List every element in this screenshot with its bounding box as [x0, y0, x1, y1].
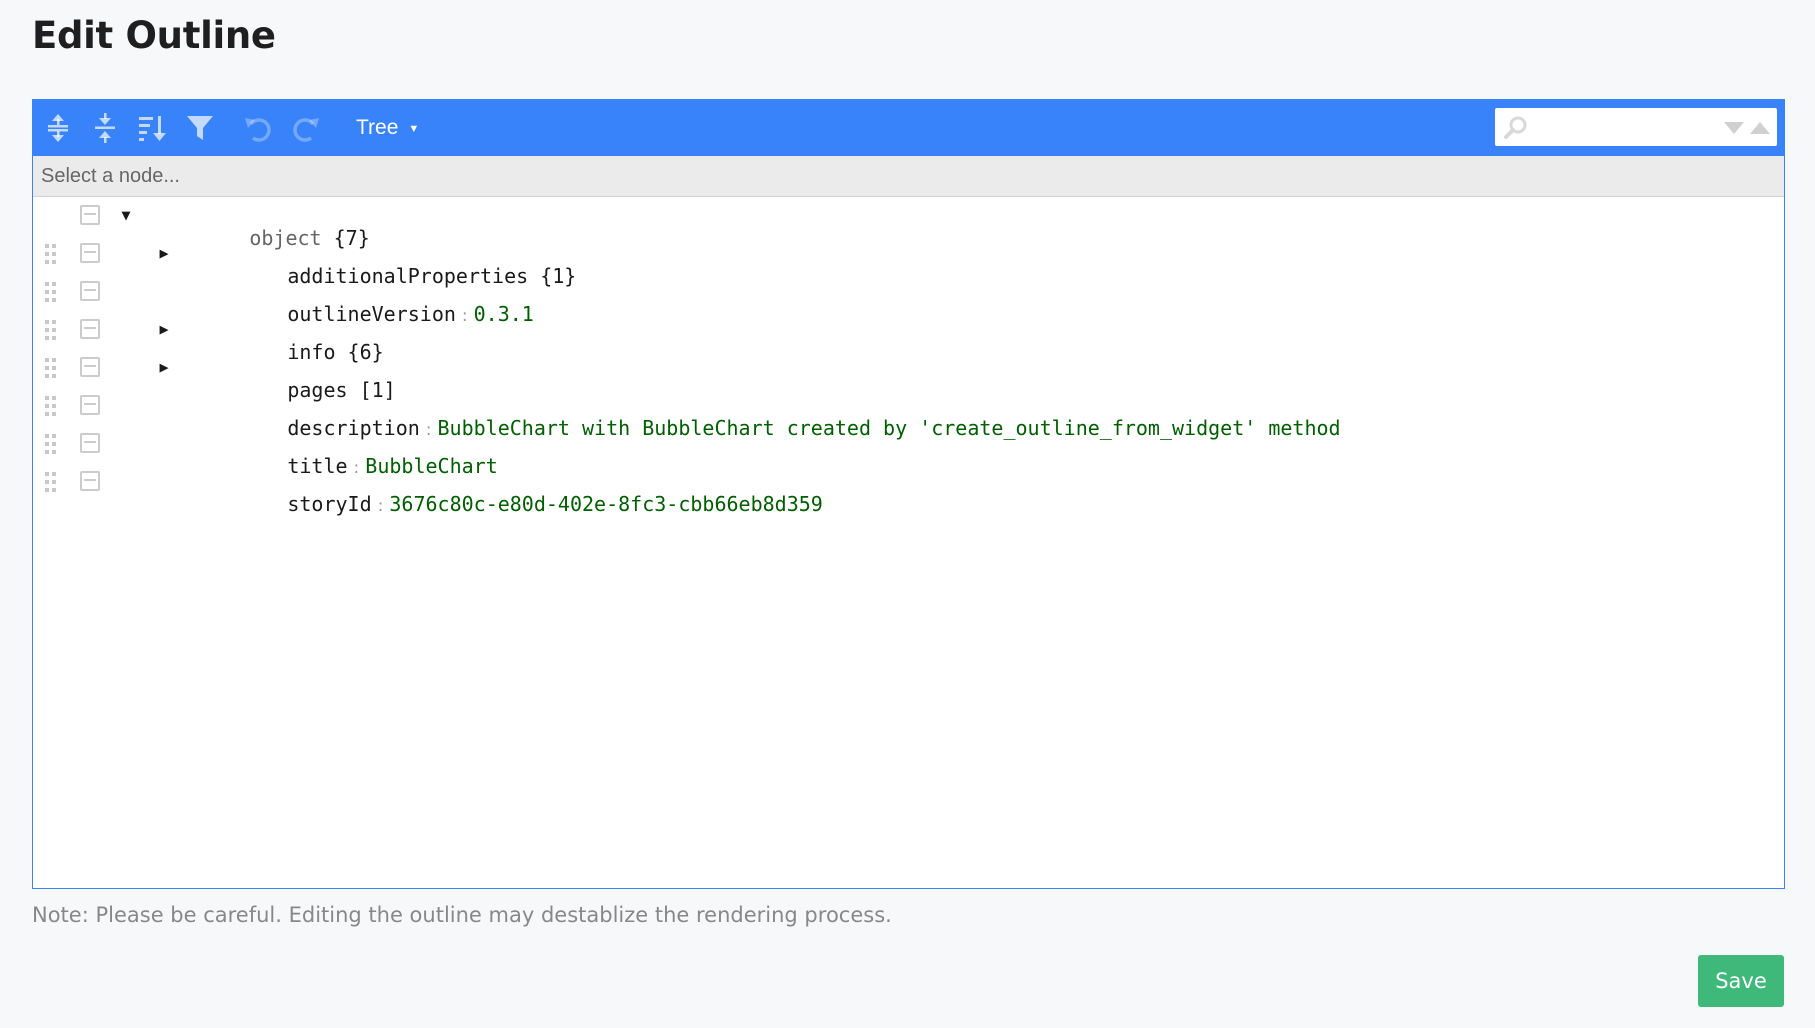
- expand-all-button[interactable]: [41, 112, 75, 144]
- tree-row-root[interactable]: ▼ object {7}: [33, 197, 1784, 250]
- context-menu-button[interactable]: [80, 471, 100, 491]
- search-input[interactable]: [1533, 112, 1713, 142]
- tree-row[interactable]: ▶ info {6}: [33, 311, 1784, 364]
- drag-handle-icon[interactable]: [44, 319, 58, 343]
- editor-toolbar: Tree ▼: [33, 100, 1784, 156]
- tree-row[interactable]: ▶ additionalProperties {1}: [33, 235, 1784, 288]
- redo-button[interactable]: [289, 112, 323, 144]
- chevron-right-icon[interactable]: ▶: [155, 319, 173, 339]
- context-menu-button[interactable]: [80, 357, 100, 377]
- separator: :: [377, 496, 384, 516]
- node-value[interactable]: 3676c80c-e80d-402e-8fc3-cbb66eb8d359: [389, 492, 822, 516]
- context-menu-button[interactable]: [80, 395, 100, 415]
- context-menu-button[interactable]: [80, 205, 100, 225]
- search-next-icon[interactable]: [1723, 121, 1745, 135]
- collapse-all-button[interactable]: [88, 112, 122, 144]
- save-button[interactable]: Save: [1698, 955, 1784, 1007]
- filter-button[interactable]: [183, 112, 217, 144]
- filter-icon: [187, 116, 213, 140]
- undo-icon: [245, 118, 271, 142]
- mode-dropdown[interactable]: Tree ▼: [356, 114, 419, 142]
- expand-all-icon: [48, 114, 68, 142]
- mode-label: Tree: [356, 116, 399, 139]
- redo-icon: [293, 118, 319, 142]
- tree-row[interactable]: description: BubbleChart with BubbleChart…: [33, 387, 1784, 440]
- chevron-right-icon[interactable]: ▶: [155, 357, 173, 377]
- chevron-right-icon[interactable]: ▶: [155, 243, 173, 263]
- undo-button[interactable]: [241, 112, 275, 144]
- drag-handle-icon[interactable]: [44, 281, 58, 305]
- sort-icon: [139, 116, 166, 141]
- page-title: Edit Outline: [32, 14, 276, 57]
- search-previous-icon[interactable]: [1749, 121, 1771, 135]
- context-menu-button[interactable]: [80, 281, 100, 301]
- chevron-down-icon[interactable]: ▼: [117, 205, 135, 225]
- drag-handle-icon[interactable]: [44, 243, 58, 267]
- context-menu-button[interactable]: [80, 243, 100, 263]
- search-box: [1495, 108, 1777, 146]
- json-editor: Tree ▼ Select a node... ▼ object {7} ▶ a…: [32, 99, 1785, 889]
- drag-handle-icon[interactable]: [44, 357, 58, 381]
- tree-row[interactable]: title: BubbleChart: [33, 425, 1784, 478]
- search-icon: [1504, 116, 1527, 139]
- drag-handle-icon[interactable]: [44, 395, 58, 419]
- context-menu-button[interactable]: [80, 319, 100, 339]
- node-field[interactable]: storyId: [287, 492, 371, 516]
- tree-row[interactable]: ▶ pages [1]: [33, 349, 1784, 402]
- warning-note: Note: Please be careful. Editing the out…: [32, 903, 892, 927]
- sort-button[interactable]: [135, 112, 169, 144]
- drag-handle-icon[interactable]: [44, 433, 58, 457]
- tree-row[interactable]: storyId:3676c80c-e80d-402e-8fc3-cbb66eb8…: [33, 463, 1784, 516]
- collapse-all-icon: [95, 113, 115, 143]
- drag-handle-icon[interactable]: [44, 471, 58, 495]
- chevron-down-icon: ▼: [408, 123, 420, 135]
- context-menu-button[interactable]: [80, 433, 100, 453]
- node-breadcrumb[interactable]: Select a node...: [33, 156, 1784, 197]
- tree-row[interactable]: outlineVersion:0.3.1: [33, 273, 1784, 326]
- node-breadcrumb-text: Select a node...: [41, 164, 180, 187]
